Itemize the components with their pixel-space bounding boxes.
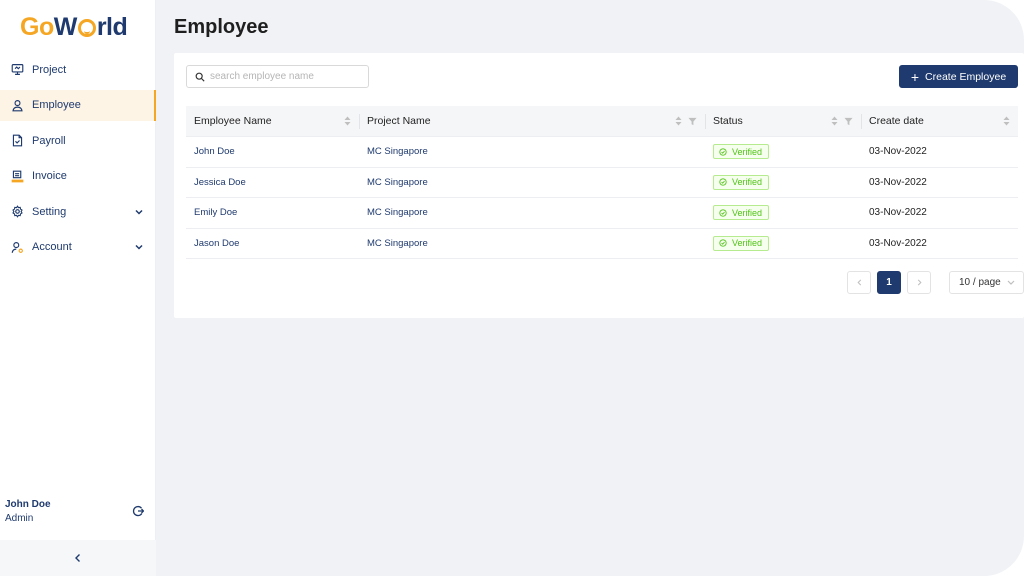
employee-name-cell[interactable]: Jason Doe [186, 238, 359, 249]
column-label: Project Name [367, 115, 431, 127]
column-header-create-date[interactable]: Create date [861, 106, 1018, 137]
table-row[interactable]: Jessica Doe MC Singapore Verified 03-Nov… [186, 168, 1018, 198]
sidebar-item-account[interactable]: Account [0, 232, 156, 263]
search-input[interactable] [210, 71, 360, 82]
chevron-left-icon [856, 279, 861, 286]
sort-icon[interactable] [344, 116, 351, 126]
sort-icon[interactable] [831, 116, 838, 126]
project-name-cell[interactable]: MC Singapore [359, 238, 705, 249]
column-label: Status [713, 115, 743, 127]
sidebar-item-label: Setting [32, 205, 67, 218]
table-row[interactable]: Emily Doe MC Singapore Verified 03-Nov-2… [186, 198, 1018, 229]
logo-w: W [53, 12, 78, 41]
chevron-left-icon [75, 554, 80, 562]
check-circle-icon [719, 148, 727, 156]
sidebar-item-invoice[interactable]: Invoice [0, 161, 156, 192]
create-date-cell: 03-Nov-2022 [869, 146, 927, 158]
page-size-select[interactable]: 10 / page [949, 271, 1024, 294]
status-badge: Verified [713, 235, 770, 251]
logout-icon[interactable] [132, 504, 145, 517]
chevron-down-icon [1007, 280, 1015, 285]
status-label: Verified [732, 207, 763, 218]
project-name-cell[interactable]: MC Singapore [359, 177, 705, 188]
filter-icon[interactable] [844, 117, 853, 126]
document-icon [11, 134, 24, 147]
create-date-cell: 03-Nov-2022 [869, 176, 927, 188]
page-title: Employee [174, 16, 269, 38]
page-size-value: 10 / page [959, 277, 1001, 288]
employee-card: + Create Employee Employee Name Project … [174, 53, 1024, 318]
status-badge: Verified [713, 144, 770, 160]
chevron-down-icon[interactable] [134, 207, 144, 217]
status-cell: Verified [705, 144, 861, 160]
status-badge: Verified [713, 174, 770, 190]
app-frame: Go Wrld Project Employee Payroll Invoice… [0, 0, 1024, 576]
sort-icon[interactable] [1003, 116, 1010, 126]
status-cell: Verified [705, 235, 861, 251]
chevron-down-icon[interactable] [134, 242, 144, 252]
table-header: Employee Name Project Name Status Create… [186, 106, 1018, 137]
chevron-right-icon [917, 279, 922, 286]
column-label: Employee Name [194, 115, 272, 127]
sidebar-item-label: Payroll [32, 134, 66, 147]
sidebar-nav: Project Employee Payroll Invoice Setting… [0, 54, 156, 267]
logo-smile-icon [77, 19, 96, 37]
search-box[interactable] [186, 65, 369, 88]
status-label: Verified [732, 146, 763, 157]
create-employee-button[interactable]: + Create Employee [899, 65, 1018, 88]
project-name-cell[interactable]: MC Singapore [359, 146, 705, 157]
user-gear-icon [11, 241, 24, 254]
create-date-cell: 03-Nov-2022 [869, 207, 927, 219]
sidebar-item-label: Account [32, 241, 72, 253]
sort-icon[interactable] [675, 116, 682, 126]
sidebar-item-label: Invoice [32, 170, 67, 182]
sidebar-collapse-button[interactable] [0, 540, 156, 576]
sidebar: Go Wrld Project Employee Payroll Invoice… [0, 0, 156, 576]
column-label: Create date [869, 115, 924, 127]
table-row[interactable]: Jason Doe MC Singapore Verified 03-Nov-2… [186, 229, 1018, 259]
invoice-icon [11, 170, 24, 183]
logo-rld: rld [96, 12, 128, 41]
status-badge: Verified [713, 205, 770, 221]
employee-table: Employee Name Project Name Status Create… [186, 106, 1018, 259]
plus-icon: + [910, 68, 920, 85]
filter-icon[interactable] [688, 117, 697, 126]
logo-go: Go [20, 12, 54, 41]
check-circle-icon [719, 239, 727, 247]
check-circle-icon [719, 209, 727, 217]
create-date-cell: 03-Nov-2022 [869, 237, 927, 249]
check-circle-icon [719, 178, 727, 186]
page-number-button[interactable]: 1 [877, 271, 901, 294]
status-cell: Verified [705, 174, 861, 190]
employee-name-cell[interactable]: John Doe [186, 146, 359, 157]
sidebar-item-setting[interactable]: Setting [0, 196, 156, 227]
employee-name-cell[interactable]: Emily Doe [186, 207, 359, 218]
sidebar-item-project[interactable]: Project [0, 54, 156, 85]
column-header-employee-name[interactable]: Employee Name [186, 106, 359, 137]
monitor-icon [11, 63, 24, 76]
user-role: Admin [5, 513, 34, 524]
sidebar-item-label: Project [32, 63, 67, 76]
employee-name-cell[interactable]: Jessica Doe [186, 177, 359, 188]
sidebar-item-label: Employee [32, 99, 81, 111]
status-label: Verified [732, 238, 763, 249]
user-name: John Doe [5, 499, 51, 510]
status-cell: Verified [705, 205, 861, 221]
goworld-logo[interactable]: Go Wrld [20, 12, 128, 42]
pagination: 1 10 / page [847, 271, 1024, 294]
current-user: John Doe Admin [5, 499, 150, 524]
column-header-project-name[interactable]: Project Name [359, 106, 705, 137]
sidebar-item-employee[interactable]: Employee [0, 89, 156, 121]
create-employee-label: Create Employee [925, 70, 1007, 83]
next-page-button[interactable] [907, 271, 931, 294]
gear-icon [11, 205, 24, 218]
person-icon [11, 99, 24, 112]
status-label: Verified [732, 177, 763, 188]
search-icon [195, 72, 205, 82]
sidebar-item-payroll[interactable]: Payroll [0, 125, 156, 156]
column-header-status[interactable]: Status [705, 106, 861, 137]
table-row[interactable]: John Doe MC Singapore Verified 03-Nov-20… [186, 137, 1018, 168]
prev-page-button[interactable] [847, 271, 871, 294]
project-name-cell[interactable]: MC Singapore [359, 207, 705, 218]
